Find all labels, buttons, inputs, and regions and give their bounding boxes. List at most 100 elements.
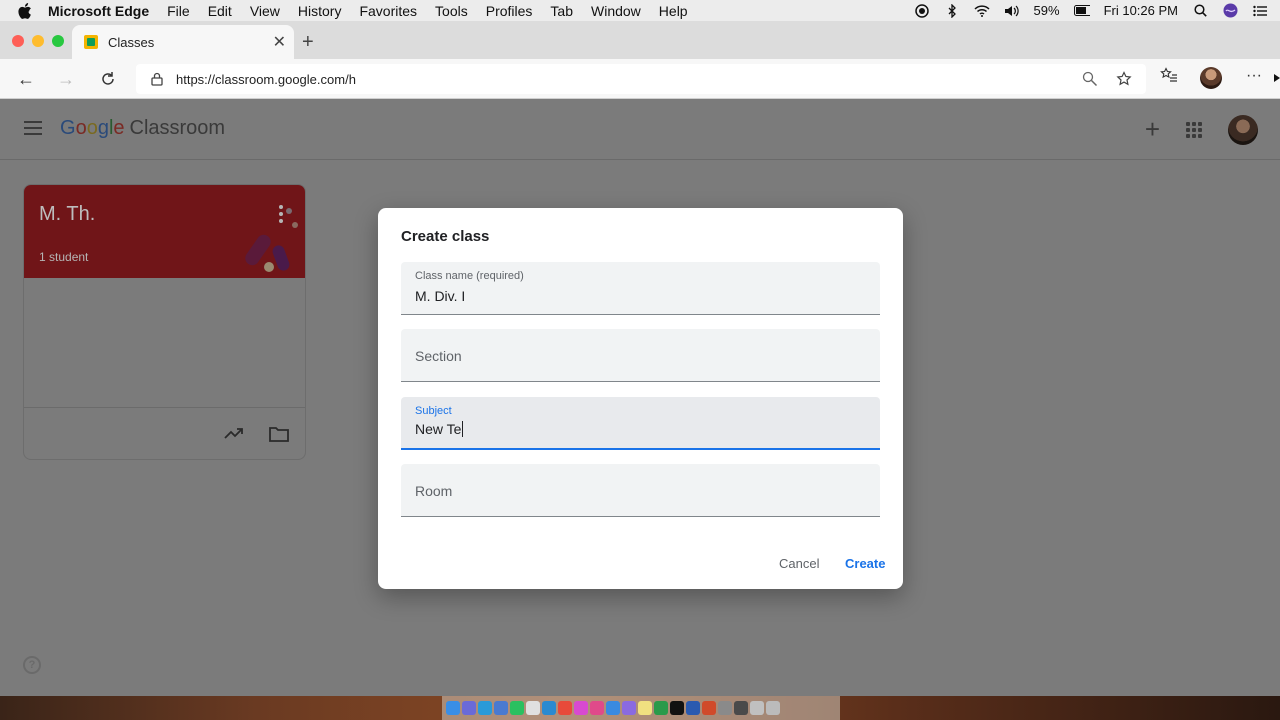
subject-field[interactable]: Subject New Te <box>401 397 880 450</box>
notification-center-icon[interactable] <box>1252 3 1268 19</box>
product-name: Classroom <box>129 117 226 139</box>
tab-classes[interactable]: Classes ✕ <box>72 25 294 59</box>
class-name-label: Class name (required) <box>415 270 524 282</box>
browser-toolbar: ← → https://classroom.google.com/h ··· <box>0 59 1280 99</box>
tab-title: Classes <box>108 34 155 50</box>
create-class-dialog: Create class Class name (required) M. Di… <box>378 208 903 589</box>
spotlight-search-icon[interactable] <box>1192 3 1208 19</box>
minimize-window-button[interactable] <box>32 35 44 47</box>
excel-icon[interactable] <box>654 701 668 715</box>
class-card-banner: M. Th. 1 student <box>24 185 305 278</box>
app-name-menu[interactable]: Microsoft Edge <box>48 3 149 19</box>
zoom-icon[interactable] <box>1082 71 1098 90</box>
stickies-icon[interactable] <box>638 701 652 715</box>
battery-icon[interactable] <box>1073 3 1090 19</box>
subject-label: Subject <box>415 405 452 417</box>
bluetooth-icon[interactable] <box>944 3 960 19</box>
dock <box>442 696 840 720</box>
finder-icon[interactable] <box>446 701 460 715</box>
menu-history[interactable]: History <box>298 3 342 19</box>
subject-value: New Te <box>415 421 462 437</box>
launchpad-icon[interactable] <box>462 701 476 715</box>
status-area: 59% Fri 10:26 PM <box>914 0 1268 21</box>
dialog-title: Create class <box>401 228 490 245</box>
screen-record-icon[interactable] <box>914 3 930 19</box>
safari-icon[interactable] <box>478 701 492 715</box>
mail-icon[interactable] <box>494 701 508 715</box>
add-class-icon[interactable]: + <box>1145 114 1160 145</box>
lock-icon <box>151 72 163 86</box>
folder-icon[interactable] <box>269 426 289 447</box>
cancel-button[interactable]: Cancel <box>779 556 819 571</box>
address-bar[interactable]: https://classroom.google.com/h <box>136 64 1146 94</box>
banner-illustration-icon <box>245 208 298 272</box>
forward-arrow-icon[interactable]: → <box>54 67 78 91</box>
word-icon[interactable] <box>686 701 700 715</box>
menu-edit[interactable]: Edit <box>208 3 232 19</box>
section-placeholder[interactable]: Section <box>415 348 462 364</box>
chrome-icon[interactable] <box>558 701 572 715</box>
help-icon[interactable]: ? <box>23 656 41 674</box>
menu-window[interactable]: Window <box>591 3 641 19</box>
url-text: https://classroom.google.com/h <box>176 71 356 87</box>
refresh-icon[interactable] <box>96 67 120 91</box>
messages-icon[interactable] <box>510 701 524 715</box>
clock[interactable]: Fri 10:26 PM <box>1104 3 1178 18</box>
battery-percent: 59% <box>1033 3 1060 18</box>
classroom-favicon-icon <box>84 35 98 49</box>
menu-view[interactable]: View <box>250 3 280 19</box>
apple-icon[interactable] <box>18 2 34 19</box>
macos-dock-area <box>0 696 1280 720</box>
google-apps-icon[interactable] <box>1186 121 1202 138</box>
wifi-icon[interactable] <box>974 3 990 19</box>
zoom-window-button[interactable] <box>52 35 64 47</box>
close-tab-icon[interactable]: ✕ <box>273 32 286 52</box>
class-card[interactable]: M. Th. 1 student <box>23 184 306 460</box>
more-menu-icon[interactable]: ··· <box>1246 67 1262 85</box>
edge-icon[interactable] <box>542 701 556 715</box>
capcut-icon[interactable] <box>670 701 684 715</box>
menu-file[interactable]: File <box>167 3 190 19</box>
app-store-icon[interactable] <box>606 701 620 715</box>
volume-icon[interactable] <box>1004 3 1020 19</box>
class-name-value[interactable]: M. Div. I <box>415 288 465 304</box>
classroom-header: Google Classroom + <box>0 100 1280 160</box>
trending-up-icon[interactable] <box>224 426 244 445</box>
music-icon[interactable] <box>590 701 604 715</box>
create-button[interactable]: Create <box>845 556 885 571</box>
subject-value-wrapper[interactable]: New Te <box>415 421 464 437</box>
account-avatar[interactable] <box>1228 114 1258 145</box>
close-window-button[interactable] <box>12 35 24 47</box>
quicktime-icon[interactable] <box>734 701 748 715</box>
class-card-footer <box>24 407 305 459</box>
siri-icon[interactable] <box>1222 3 1238 19</box>
mouse-pointer-icon <box>1274 74 1280 82</box>
trash-icon[interactable] <box>766 701 780 715</box>
main-menu-icon[interactable] <box>24 121 42 139</box>
preview-icon[interactable] <box>750 701 764 715</box>
new-tab-button[interactable]: + <box>302 31 314 54</box>
section-field[interactable]: Section <box>401 329 880 382</box>
photos-icon[interactable] <box>574 701 588 715</box>
system-preferences-icon[interactable] <box>718 701 732 715</box>
class-card-title[interactable]: M. Th. <box>39 203 95 226</box>
menu-profiles[interactable]: Profiles <box>486 3 533 19</box>
text-caret <box>462 421 464 437</box>
menu-tab[interactable]: Tab <box>550 3 573 19</box>
podcasts-icon[interactable] <box>622 701 636 715</box>
favorites-list-icon[interactable] <box>1160 67 1178 83</box>
room-field[interactable]: Room <box>401 464 880 517</box>
powerpoint-icon[interactable] <box>702 701 716 715</box>
menu-tools[interactable]: Tools <box>435 3 468 19</box>
google-classroom-logo[interactable]: Google Classroom <box>60 117 225 140</box>
menu-help[interactable]: Help <box>659 3 688 19</box>
favorite-star-icon[interactable] <box>1116 71 1132 90</box>
notes-icon[interactable] <box>526 701 540 715</box>
tab-strip: Classes ✕ + <box>0 21 1280 59</box>
profile-avatar[interactable] <box>1200 67 1222 89</box>
back-arrow-icon[interactable]: ← <box>14 67 38 91</box>
menu-favorites[interactable]: Favorites <box>359 3 417 19</box>
room-placeholder[interactable]: Room <box>415 483 452 499</box>
class-card-student-count: 1 student <box>39 250 89 264</box>
class-name-field[interactable]: Class name (required) M. Div. I <box>401 262 880 315</box>
